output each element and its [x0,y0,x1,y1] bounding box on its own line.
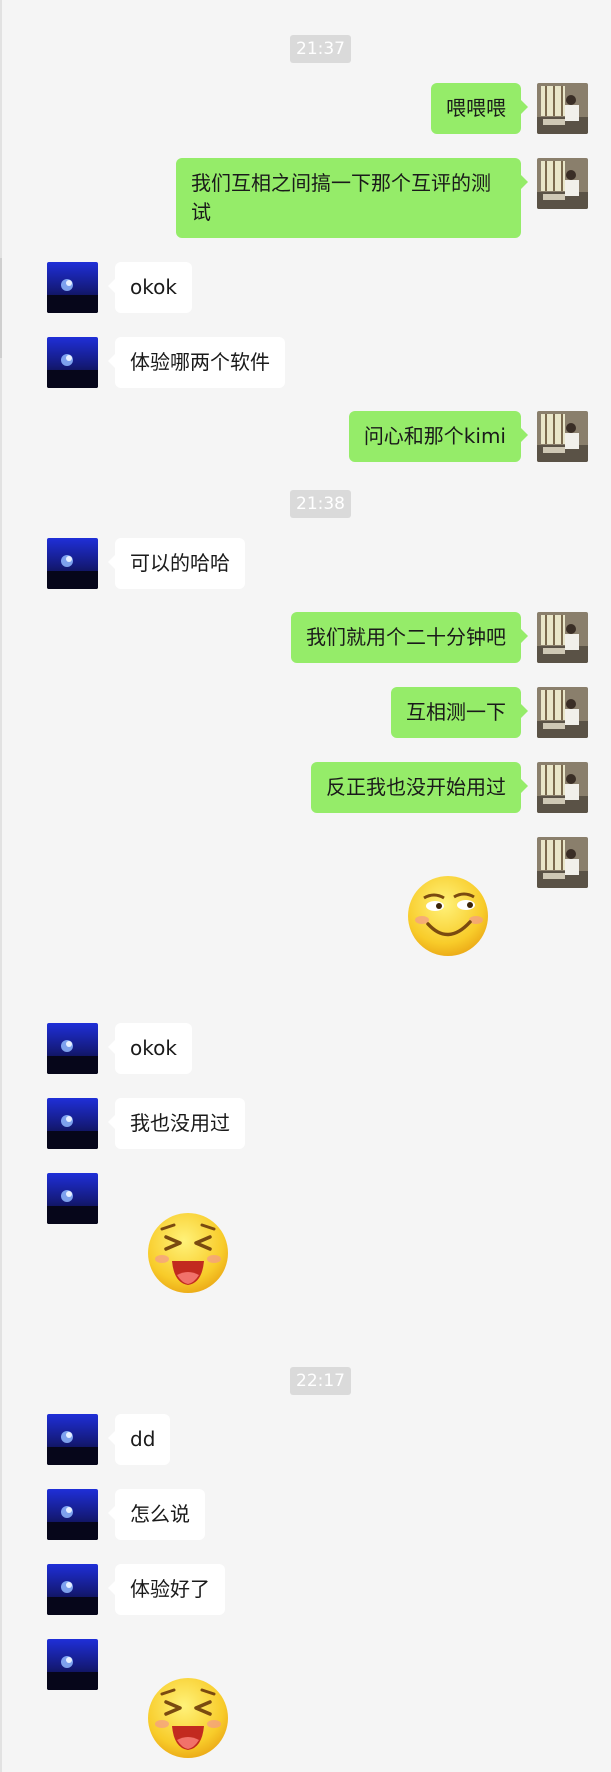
chat-bubble-received[interactable]: 怎么说 [108,1489,205,1540]
contact-avatar[interactable] [47,1414,98,1465]
chat-bubble-received[interactable]: 体验好了 [108,1564,225,1615]
my-avatar[interactable] [537,83,588,134]
scrollbar-thumb[interactable] [0,258,2,358]
contact-avatar[interactable] [47,1564,98,1615]
timestamp: 21:38 [290,490,351,518]
chat-bubble-received[interactable]: dd [107,1414,171,1465]
contact-avatar[interactable] [47,1173,98,1224]
chat-bubble-sent[interactable]: 互相测一下 [391,687,528,738]
chat-bubble-sent[interactable]: 我们互相之间搞一下那个互评的测试 [176,158,528,238]
contact-avatar[interactable] [47,538,98,589]
timestamp: 22:17 [290,1367,351,1395]
chat-bubble-received[interactable]: okok [108,1023,192,1074]
chat-bubble-sent[interactable]: 问心和那个kimi [348,411,529,462]
smirk-emoji-sticker[interactable] [404,870,492,962]
my-avatar[interactable] [537,762,588,813]
my-avatar[interactable] [537,687,588,738]
contact-avatar[interactable] [47,262,98,313]
contact-avatar[interactable] [47,1639,98,1690]
my-avatar[interactable] [537,411,588,462]
chat-bubble-received[interactable]: 可以的哈哈 [108,538,245,589]
chat-bubble-received[interactable]: 体验哪两个软件 [108,337,285,388]
chat-bubble-received[interactable]: okok [108,262,192,313]
chat-bubble-sent[interactable]: 喂喂喂 [431,83,528,134]
laughing-emoji-sticker[interactable] [144,1672,232,1764]
laughing-emoji-sticker[interactable] [144,1207,232,1299]
chat-bubble-received[interactable]: 我也没用过 [108,1098,245,1149]
my-avatar[interactable] [537,612,588,663]
contact-avatar[interactable] [47,1489,98,1540]
my-avatar[interactable] [537,837,588,888]
contact-avatar[interactable] [47,337,98,388]
timestamp: 21:37 [290,35,351,63]
chat-bubble-sent[interactable]: 反正我也没开始用过 [311,762,528,813]
chat-bubble-sent[interactable]: 我们就用个二十分钟吧 [291,612,528,663]
my-avatar[interactable] [537,158,588,209]
contact-avatar[interactable] [47,1098,98,1149]
contact-avatar[interactable] [47,1023,98,1074]
